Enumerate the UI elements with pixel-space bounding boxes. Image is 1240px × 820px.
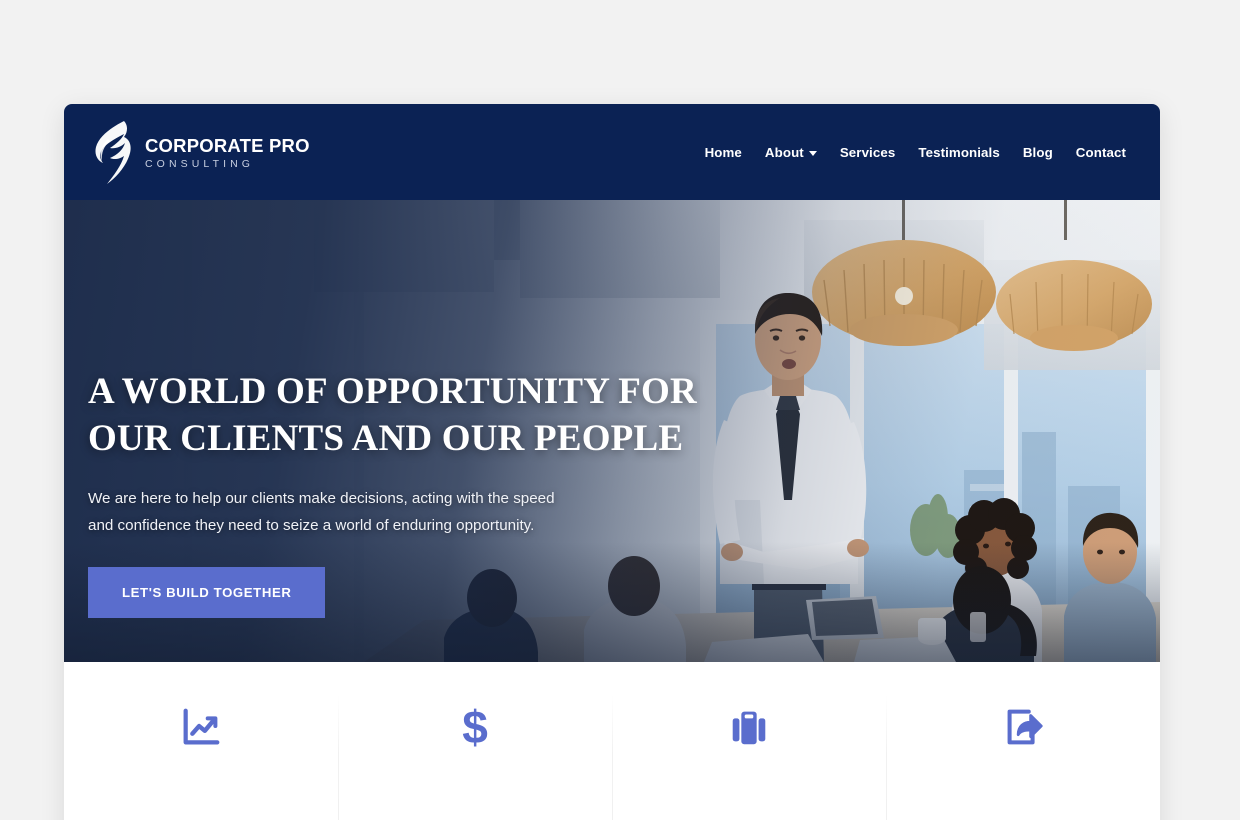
hero-subtitle-line-1: We are here to help our clients make dec…	[88, 489, 555, 507]
hero-section: A WORLD OF OPPORTUNITY FOR OUR CLIENTS A…	[64, 200, 1160, 662]
nav-item-about[interactable]: About	[765, 145, 817, 160]
features-strip: $	[64, 662, 1160, 820]
nav-label: Home	[704, 144, 742, 160]
chevron-down-icon	[808, 150, 817, 156]
nav-label: About	[764, 144, 804, 160]
flame-logo-icon	[90, 117, 134, 187]
brand-tagline: CONSULTING	[145, 158, 255, 171]
hero-subtitle-line-2: and confidence they need to seize a worl…	[88, 516, 535, 534]
feature-item-growth[interactable]	[64, 704, 338, 820]
dollar-sign-icon: $	[452, 704, 498, 750]
nav-item-contact[interactable]: Contact	[1076, 145, 1126, 160]
feature-item-business[interactable]	[612, 694, 886, 820]
feature-item-share[interactable]	[886, 694, 1160, 820]
nav-item-home[interactable]: Home	[705, 145, 742, 160]
website-preview-card: CORPORATE PRO CONSULTING Home About Serv…	[64, 104, 1160, 820]
share-export-icon	[1000, 704, 1046, 750]
brand-text: CORPORATE PRO CONSULTING	[145, 134, 310, 170]
hero-subtitle: We are here to help our clients make dec…	[88, 485, 618, 539]
brand-name: CORPORATE PRO	[145, 134, 310, 156]
lets-build-together-button[interactable]: LET'S BUILD TOGETHER	[88, 566, 326, 618]
main-navigation: Home About Services Testimonials Blog Co…	[705, 145, 1126, 160]
nav-label: Contact	[1075, 144, 1126, 160]
hero-title-line-1: A WORLD OF OPPORTUNITY FOR	[88, 371, 697, 412]
site-header: CORPORATE PRO CONSULTING Home About Serv…	[64, 104, 1160, 200]
hero-content: A WORLD OF OPPORTUNITY FOR OUR CLIENTS A…	[88, 368, 728, 618]
nav-label: Blog	[1022, 144, 1053, 160]
nav-item-blog[interactable]: Blog	[1023, 145, 1053, 160]
hero-title-line-2: OUR CLIENTS AND OUR PEOPLE	[88, 418, 684, 460]
chart-line-up-icon	[178, 704, 224, 750]
brand-logo[interactable]: CORPORATE PRO CONSULTING	[90, 117, 310, 187]
dollar-glyph: $	[462, 701, 488, 753]
nav-label: Services	[839, 144, 896, 160]
nav-item-testimonials[interactable]: Testimonials	[918, 145, 1000, 160]
nav-item-services[interactable]: Services	[840, 145, 896, 160]
nav-label: Testimonials	[918, 144, 1000, 160]
briefcase-icon	[726, 704, 772, 750]
hero-title: A WORLD OF OPPORTUNITY FOR OUR CLIENTS A…	[88, 368, 728, 463]
feature-item-finance[interactable]: $	[338, 694, 612, 820]
